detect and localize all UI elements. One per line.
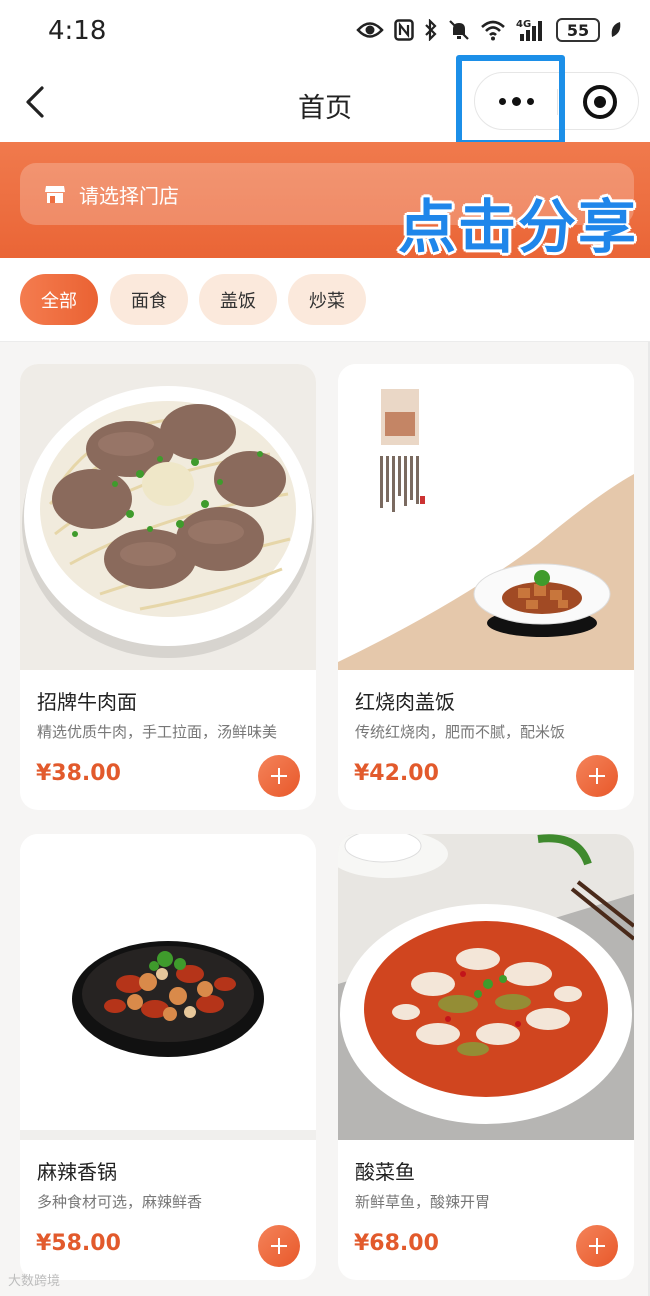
capsule-divider: [557, 89, 558, 115]
bluetooth-icon: [425, 19, 437, 41]
product-price: ¥38.00: [36, 761, 121, 786]
status-icons: 4G 55: [356, 18, 622, 42]
add-to-cart-button[interactable]: [576, 1225, 618, 1267]
signal-icon: 4G: [516, 19, 542, 41]
product-price: ¥42.00: [354, 761, 439, 786]
add-to-cart-button[interactable]: [576, 755, 618, 797]
product-card[interactable]: 招牌牛肉面 精选优质牛肉，手工拉面，汤鲜味美 ¥38.00: [20, 364, 316, 810]
store-icon: [45, 186, 65, 203]
product-card[interactable]: 麻辣香锅 多种食材可选，麻辣鲜香 ¥58.00: [20, 834, 316, 1280]
wifi-icon: [481, 20, 505, 41]
record-circle-icon: [594, 96, 606, 108]
leaf-icon: [611, 22, 621, 37]
product-card[interactable]: 红烧肉盖饭 传统红烧肉，肥而不腻，配米饭 ¥42.00: [338, 364, 634, 810]
pickled-fish-image: [338, 834, 634, 1140]
status-bar: 4:18 4G 55: [0, 0, 650, 62]
spicy-pot-image: [20, 834, 316, 1140]
product-desc: 精选优质牛肉，手工拉面，汤鲜味美: [37, 723, 278, 741]
store-selector-label: 请选择门店: [79, 184, 179, 208]
product-price: ¥58.00: [36, 1231, 121, 1256]
braised-pork-image: [338, 364, 634, 670]
nav-bar: 首页: [0, 62, 650, 142]
mini-program-capsule: [474, 72, 639, 130]
watermark: 大数跨境: [8, 1274, 61, 1289]
nfc-icon: [394, 19, 414, 41]
product-desc: 新鲜草鱼，酸辣开胃: [355, 1193, 491, 1211]
close-miniprogram-button[interactable]: [583, 85, 617, 119]
product-price: ¥68.00: [354, 1231, 439, 1256]
more-button[interactable]: [475, 73, 557, 129]
store-banner: 请选择门店 点击分享: [0, 142, 650, 261]
product-card[interactable]: 酸菜鱼 新鲜草鱼，酸辣开胃 ¥68.00: [338, 834, 634, 1280]
add-to-cart-button[interactable]: [258, 1225, 300, 1267]
svg-text:4G: 4G: [516, 19, 531, 30]
beef-noodle-image: [20, 364, 316, 670]
product-name: 酸菜鱼: [355, 1160, 415, 1184]
product-name: 招牌牛肉面: [37, 690, 137, 714]
status-time: 4:18: [48, 16, 107, 46]
tab-rice-bowl[interactable]: 盖饭: [199, 274, 277, 325]
eye-icon: [356, 22, 384, 38]
product-name: 麻辣香锅: [37, 1160, 117, 1184]
product-name: 红烧肉盖饭: [355, 690, 455, 714]
tab-noodles[interactable]: 面食: [110, 274, 188, 325]
battery-indicator: 55: [556, 18, 600, 42]
share-hint-annotation: 点击分享: [398, 193, 639, 261]
tab-all[interactable]: 全部: [20, 274, 98, 325]
tab-stir-fry[interactable]: 炒菜: [288, 274, 366, 325]
back-icon[interactable]: [20, 84, 52, 120]
category-tabs: 全部 面食 盖饭 炒菜: [0, 258, 650, 342]
add-to-cart-button[interactable]: [258, 755, 300, 797]
product-desc: 传统红烧肉，肥而不腻，配米饭: [355, 723, 566, 741]
mute-icon: [449, 20, 469, 40]
product-desc: 多种食材可选，麻辣鲜香: [37, 1193, 203, 1211]
more-dots-icon: [498, 97, 506, 105]
